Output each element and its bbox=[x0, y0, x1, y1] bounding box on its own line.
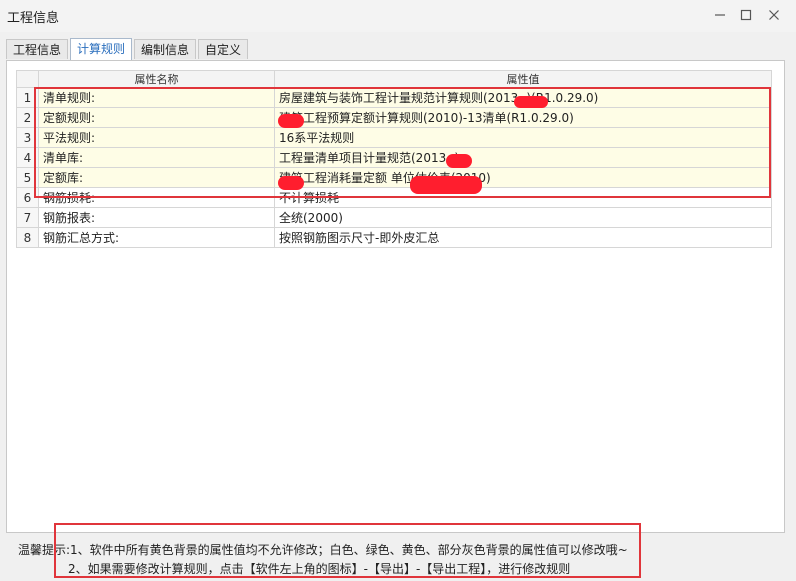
column-header-property-value[interactable]: 属性值 bbox=[274, 70, 772, 88]
grid-header-row: 属性名称 属性值 bbox=[16, 70, 772, 88]
grid-corner bbox=[16, 70, 39, 88]
minimize-button[interactable] bbox=[708, 4, 732, 26]
close-button[interactable] bbox=[762, 4, 786, 26]
property-value[interactable]: 按照钢筋图示尺寸-即外皮汇总 bbox=[274, 227, 772, 248]
minimize-icon bbox=[715, 14, 725, 16]
property-name: 钢筋汇总方式: bbox=[38, 227, 275, 248]
tab-compile-info[interactable]: 编制信息 bbox=[134, 39, 197, 59]
table-row[interactable]: 8 钢筋汇总方式: 按照钢筋图示尺寸-即外皮汇总 bbox=[16, 227, 772, 248]
row-number: 7 bbox=[16, 207, 39, 228]
highlight-box-readonly-rules bbox=[34, 87, 771, 198]
property-value[interactable]: 全统(2000) bbox=[274, 207, 772, 228]
title-bar: 工程信息 bbox=[0, 0, 796, 32]
table-row[interactable]: 7 钢筋报表: 全统(2000) bbox=[16, 207, 772, 228]
tab-custom[interactable]: 自定义 bbox=[198, 39, 249, 59]
close-icon bbox=[769, 10, 779, 20]
row-number: 8 bbox=[16, 227, 39, 248]
maximize-icon bbox=[740, 9, 752, 21]
window-title: 工程信息 bbox=[7, 11, 60, 26]
column-header-property-name[interactable]: 属性名称 bbox=[38, 70, 275, 88]
highlight-box-hint bbox=[54, 523, 641, 578]
tab-calc-rules[interactable]: 计算规则 bbox=[70, 38, 133, 60]
tab-project-info[interactable]: 工程信息 bbox=[6, 39, 69, 59]
property-name: 钢筋报表: bbox=[38, 207, 275, 228]
maximize-button[interactable] bbox=[734, 4, 758, 26]
